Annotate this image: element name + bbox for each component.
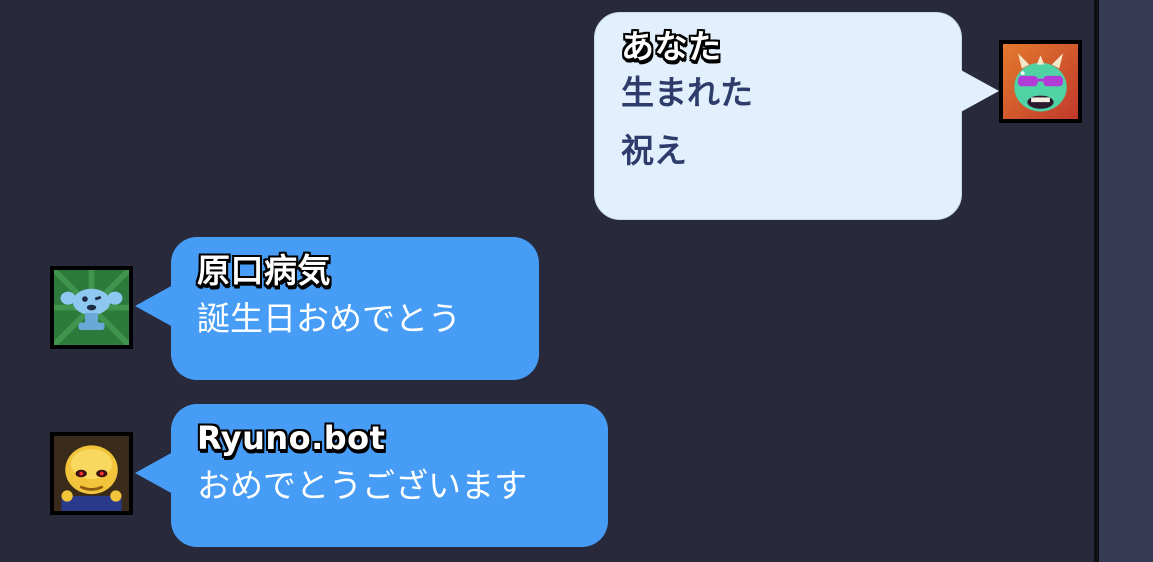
winking-trophy-icon[interactable]	[50, 266, 133, 349]
sender-name: あなた	[621, 27, 722, 66]
message-line: 誕生日おめでとう	[197, 299, 461, 338]
message-line: 祝え	[621, 131, 687, 170]
bubble-tail	[959, 69, 999, 113]
message-bubble-own[interactable]: あなた 生まれた 祝え	[594, 12, 999, 220]
sender-name: 原口病気	[197, 251, 331, 290]
message-line: おめでとうございます	[197, 466, 527, 505]
bubble-tail	[135, 452, 173, 494]
avatar-image	[54, 270, 129, 345]
avatar-image	[1003, 44, 1078, 119]
side-panel	[1099, 0, 1153, 562]
message-bubble-other[interactable]: 原口病気 誕生日おめでとう	[135, 237, 539, 380]
masked-horned-creature-icon[interactable]	[999, 40, 1082, 123]
bubble-tail	[135, 285, 173, 327]
golden-skull-brawler-icon[interactable]	[50, 432, 133, 515]
avatar-image	[54, 436, 129, 511]
chat-area: あなた 生まれた 祝え 原口病気 誕生日おめでとう Ryuno.bot おめでと…	[0, 0, 1096, 562]
message-bubble-other[interactable]: Ryuno.bot おめでとうございます	[135, 404, 608, 547]
sender-name: Ryuno.bot	[197, 419, 386, 457]
message-line: 生まれた	[621, 73, 753, 112]
